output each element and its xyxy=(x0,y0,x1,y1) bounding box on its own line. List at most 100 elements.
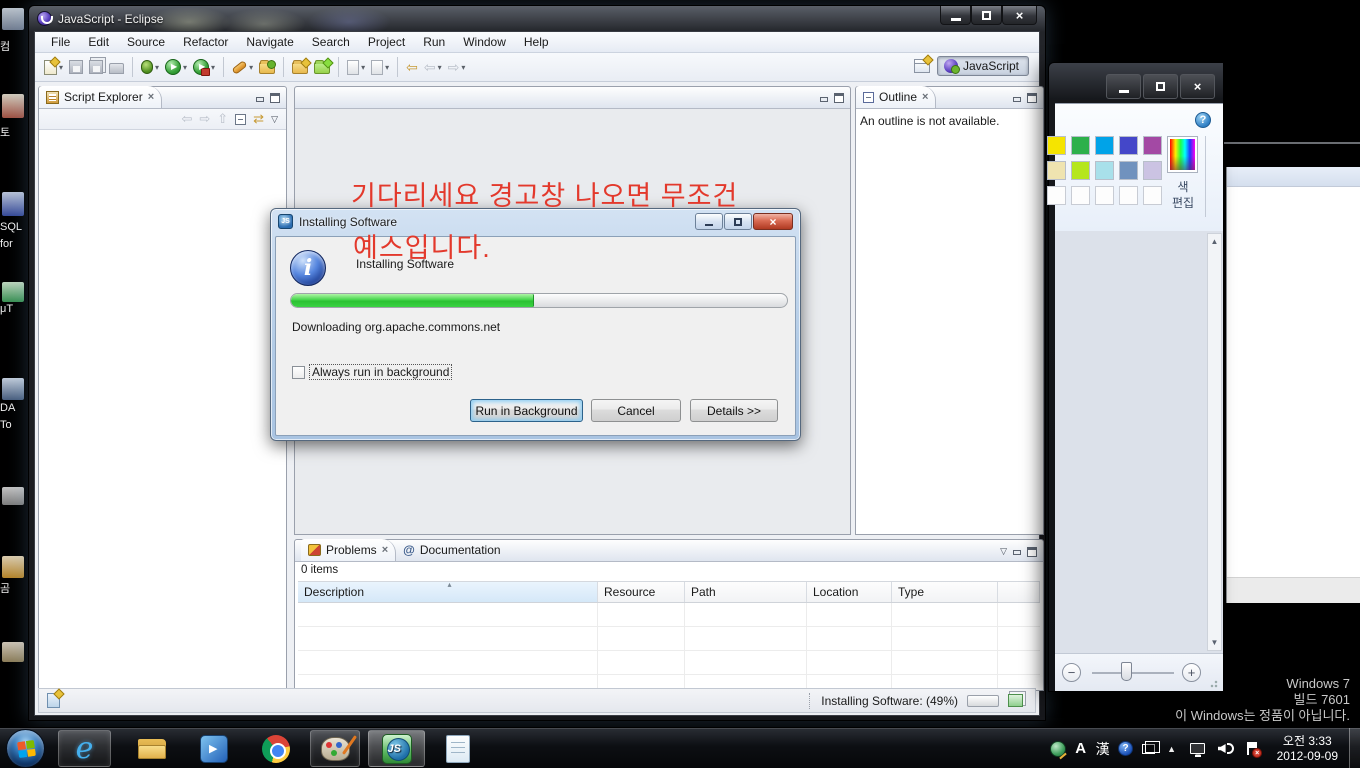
minimize-view-button[interactable] xyxy=(255,94,265,103)
view-menu-icon[interactable]: ▽ xyxy=(271,114,278,125)
desktop-icon[interactable] xyxy=(2,556,24,578)
column-header-type[interactable]: Type xyxy=(892,582,998,602)
color-swatch[interactable] xyxy=(1071,161,1090,180)
menu-source[interactable]: Source xyxy=(119,33,173,51)
minimize-view-button[interactable] xyxy=(1012,94,1022,103)
cancel-button[interactable]: Cancel xyxy=(591,399,681,422)
open-element-button[interactable] xyxy=(256,58,278,76)
collapse-all-icon[interactable] xyxy=(235,113,247,125)
menu-file[interactable]: File xyxy=(43,33,78,51)
tab-close-icon[interactable]: × xyxy=(922,91,928,103)
help-icon[interactable]: ? xyxy=(1195,112,1211,128)
menu-run[interactable]: Run xyxy=(415,33,453,51)
taskbar-windows-explorer[interactable] xyxy=(127,730,177,767)
up-icon[interactable]: ⇧ xyxy=(217,111,228,127)
zoom-slider-track[interactable] xyxy=(1092,672,1174,674)
zoom-slider-thumb[interactable] xyxy=(1121,662,1132,681)
open-perspective-icon[interactable] xyxy=(913,59,930,73)
taskbar-paint[interactable] xyxy=(310,730,360,767)
tray-volume-icon[interactable] xyxy=(1213,728,1239,768)
column-header-description[interactable]: ▴ Description xyxy=(298,582,598,602)
menu-project[interactable]: Project xyxy=(360,33,413,51)
previous-annotation-button[interactable]: ▾ xyxy=(368,58,392,77)
taskbar-eclipse-js[interactable]: JS xyxy=(368,730,425,767)
javascript-perspective-button[interactable]: JavaScript xyxy=(936,56,1029,76)
tray-network-icon[interactable] xyxy=(1183,728,1213,768)
tray-language-icon[interactable] xyxy=(1045,728,1071,768)
dropdown-icon[interactable]: ▾ xyxy=(461,63,465,72)
paint-minimize-button[interactable] xyxy=(1106,74,1141,99)
save-button[interactable] xyxy=(66,58,86,76)
background-jobs-icon[interactable] xyxy=(1008,694,1023,707)
dropdown-icon[interactable]: ▾ xyxy=(155,63,159,72)
dialog-close-button[interactable]: × xyxy=(753,213,793,230)
menu-edit[interactable]: Edit xyxy=(80,33,117,51)
tray-show-hidden-icons[interactable]: ▲ xyxy=(1161,728,1183,768)
next-annotation-button[interactable]: ▾ xyxy=(344,58,368,77)
dialog-maximize-button[interactable] xyxy=(724,213,752,230)
close-button[interactable]: × xyxy=(1002,6,1037,25)
desktop-icon[interactable] xyxy=(2,642,24,662)
color-swatch-empty[interactable] xyxy=(1119,186,1138,205)
dropdown-icon[interactable]: ▾ xyxy=(385,63,389,72)
menu-help[interactable]: Help xyxy=(516,33,557,51)
color-swatch[interactable] xyxy=(1071,136,1090,155)
taskbar-media-player[interactable] xyxy=(190,730,238,767)
last-edit-location-button[interactable]: ⇦ xyxy=(403,58,421,76)
taskbar-notepad[interactable] xyxy=(432,730,484,767)
import-button[interactable] xyxy=(289,58,311,76)
run-button[interactable]: ▾ xyxy=(162,57,190,77)
dropdown-icon[interactable]: ▾ xyxy=(59,63,63,72)
desktop-icon[interactable] xyxy=(2,282,24,302)
taskbar-internet-explorer[interactable]: e xyxy=(58,730,111,767)
quick-fix-button[interactable]: ▾ xyxy=(229,59,256,75)
forward-icon[interactable]: ⇨ xyxy=(199,111,210,127)
tab-documentation[interactable]: @ Documentation xyxy=(396,539,507,561)
maximize-view-button[interactable] xyxy=(834,93,844,103)
column-header-location[interactable]: Location xyxy=(807,582,892,602)
zoom-in-button[interactable]: + xyxy=(1182,663,1201,682)
dropdown-icon[interactable]: ▾ xyxy=(249,63,253,72)
dropdown-icon[interactable]: ▾ xyxy=(211,63,215,72)
link-with-editor-icon[interactable]: ⇄ xyxy=(253,111,264,127)
column-header-resource[interactable]: Resource xyxy=(598,582,685,602)
tray-clock[interactable]: 오전 3:33 2012-09-09 xyxy=(1267,734,1348,764)
dropdown-icon[interactable]: ▾ xyxy=(183,63,187,72)
always-run-in-background-checkbox[interactable] xyxy=(292,365,305,379)
edit-colors-label[interactable]: 편집 xyxy=(1159,194,1207,211)
paint-close-button[interactable]: × xyxy=(1180,74,1215,99)
menu-refactor[interactable]: Refactor xyxy=(175,33,236,51)
dropdown-icon[interactable]: ▾ xyxy=(438,63,442,72)
color-swatch-empty[interactable] xyxy=(1071,186,1090,205)
tray-window-switch-icon[interactable] xyxy=(1137,728,1161,768)
minimize-button[interactable] xyxy=(940,6,971,25)
column-header-path[interactable]: Path xyxy=(685,582,807,602)
color-swatch[interactable] xyxy=(1047,161,1066,180)
scroll-down-icon[interactable]: ▼ xyxy=(1208,638,1221,647)
color-swatch[interactable] xyxy=(1143,136,1162,155)
dialog-minimize-button[interactable] xyxy=(695,213,723,230)
desktop-icon[interactable] xyxy=(2,94,24,118)
color-swatch-empty[interactable] xyxy=(1095,186,1114,205)
print-button[interactable] xyxy=(106,58,127,76)
run-in-background-button[interactable]: Run in Background xyxy=(470,399,583,422)
save-all-button[interactable] xyxy=(86,58,106,76)
external-tools-button[interactable]: ▾ xyxy=(190,57,218,77)
back-button[interactable]: ⇦ ▾ xyxy=(421,58,445,76)
details-button[interactable]: Details >> xyxy=(690,399,778,422)
color-swatch[interactable] xyxy=(1095,136,1114,155)
edit-colors-button[interactable] xyxy=(1167,136,1198,173)
tray-ime-latin[interactable]: A xyxy=(1071,728,1091,768)
paint-maximize-button[interactable] xyxy=(1143,74,1178,99)
color-swatch[interactable] xyxy=(1095,161,1114,180)
eclipse-titlebar[interactable]: JavaScript - Eclipse xyxy=(29,6,1045,31)
tray-help-icon[interactable]: ? xyxy=(1115,728,1137,768)
menu-window[interactable]: Window xyxy=(455,33,514,51)
maximize-button[interactable] xyxy=(971,6,1002,25)
maximize-view-button[interactable] xyxy=(1027,546,1037,557)
background-window[interactable] xyxy=(1226,167,1360,603)
tab-problems[interactable]: Problems × xyxy=(301,539,397,561)
minimize-view-button[interactable] xyxy=(819,94,829,103)
view-menu-icon[interactable]: ▽ xyxy=(1000,546,1007,557)
minimize-view-button[interactable] xyxy=(1012,547,1022,556)
